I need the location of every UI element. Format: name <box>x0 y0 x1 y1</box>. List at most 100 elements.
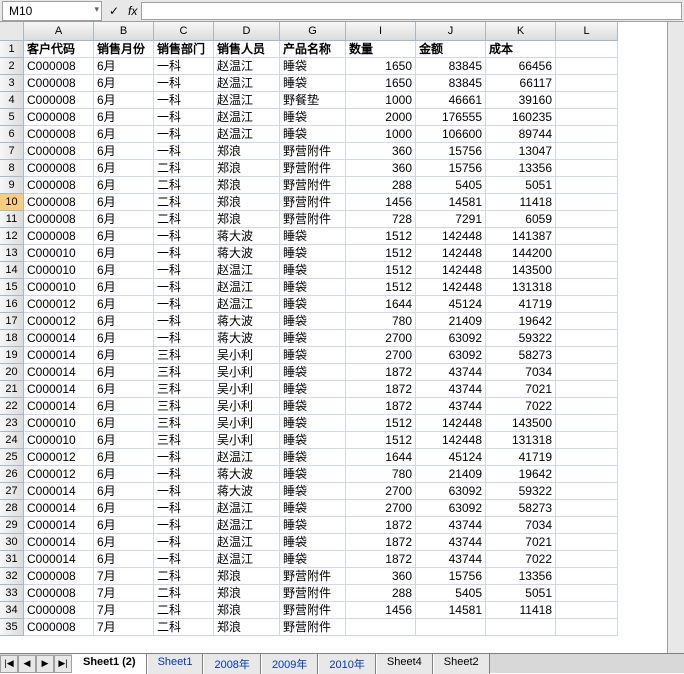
cell-r12-c6[interactable]: 142448 <box>416 228 486 245</box>
cell-r26-c5[interactable]: 780 <box>346 466 416 483</box>
sheet-nav-2[interactable]: ▶ <box>36 655 54 673</box>
cell-r14-c3[interactable]: 赵温江 <box>214 262 280 279</box>
row-header-11[interactable]: 11 <box>0 211 24 228</box>
cell-r30-c1[interactable]: 6月 <box>94 534 154 551</box>
cell-r19-c0[interactable]: C000014 <box>24 347 94 364</box>
cell-r6-L[interactable] <box>556 126 618 143</box>
cell-r24-c2[interactable]: 三科 <box>154 432 214 449</box>
cell-r23-c1[interactable]: 6月 <box>94 415 154 432</box>
cell-r33-c1[interactable]: 7月 <box>94 585 154 602</box>
header-cell-2[interactable]: 销售部门 <box>154 41 214 58</box>
cell-r4-c0[interactable]: C000008 <box>24 92 94 109</box>
col-header-A[interactable]: A <box>24 22 94 41</box>
cell-r19-c1[interactable]: 6月 <box>94 347 154 364</box>
cell-r31-c1[interactable]: 6月 <box>94 551 154 568</box>
col-header-K[interactable]: K <box>486 22 556 41</box>
cell-r35-L[interactable] <box>556 619 618 636</box>
cell-r25-c0[interactable]: C000012 <box>24 449 94 466</box>
cell-r12-c3[interactable]: 蒋大波 <box>214 228 280 245</box>
cell-r31-L[interactable] <box>556 551 618 568</box>
cell-r26-c7[interactable]: 19642 <box>486 466 556 483</box>
cell-r35-c2[interactable]: 二科 <box>154 619 214 636</box>
formula-input[interactable] <box>141 2 682 20</box>
row-header-9[interactable]: 9 <box>0 177 24 194</box>
cell-r10-c6[interactable]: 14581 <box>416 194 486 211</box>
cell-r31-c6[interactable]: 43744 <box>416 551 486 568</box>
cell-r23-c0[interactable]: C000010 <box>24 415 94 432</box>
cell-r4-L[interactable] <box>556 92 618 109</box>
cell-r29-c5[interactable]: 1872 <box>346 517 416 534</box>
cell-r34-c0[interactable]: C000008 <box>24 602 94 619</box>
cell-r35-c4[interactable]: 野营附件 <box>280 619 346 636</box>
cell-r10-c0[interactable]: C000008 <box>24 194 94 211</box>
cell-r7-c4[interactable]: 野营附件 <box>280 143 346 160</box>
cell-r10-c3[interactable]: 郑浪 <box>214 194 280 211</box>
cell-r9-c3[interactable]: 郑浪 <box>214 177 280 194</box>
cell-r17-c2[interactable]: 一科 <box>154 313 214 330</box>
row-header-7[interactable]: 7 <box>0 143 24 160</box>
cell-r32-c3[interactable]: 郑浪 <box>214 568 280 585</box>
row-header-10[interactable]: 10 <box>0 194 24 211</box>
cell-r9-c1[interactable]: 6月 <box>94 177 154 194</box>
cell-r12-c2[interactable]: 一科 <box>154 228 214 245</box>
cell-r2-c4[interactable]: 睡袋 <box>280 58 346 75</box>
cell-r34-c1[interactable]: 7月 <box>94 602 154 619</box>
sheet-tab-4[interactable]: 2010年 <box>318 654 375 674</box>
cell-r9-c0[interactable]: C000008 <box>24 177 94 194</box>
cell-r3-c5[interactable]: 1650 <box>346 75 416 92</box>
cell-r9-L[interactable] <box>556 177 618 194</box>
cell-r33-c2[interactable]: 二科 <box>154 585 214 602</box>
cell-r18-c3[interactable]: 蒋大波 <box>214 330 280 347</box>
cell-r26-c2[interactable]: 一科 <box>154 466 214 483</box>
fx-label[interactable]: fx <box>124 4 141 18</box>
cell-r28-c1[interactable]: 6月 <box>94 500 154 517</box>
cell-r27-c6[interactable]: 63092 <box>416 483 486 500</box>
cell-r25-c4[interactable]: 睡袋 <box>280 449 346 466</box>
cell-r14-c2[interactable]: 一科 <box>154 262 214 279</box>
row-header-17[interactable]: 17 <box>0 313 24 330</box>
cell-r20-c4[interactable]: 睡袋 <box>280 364 346 381</box>
cell-r24-c4[interactable]: 睡袋 <box>280 432 346 449</box>
cell-r34-c3[interactable]: 郑浪 <box>214 602 280 619</box>
row-header-2[interactable]: 2 <box>0 58 24 75</box>
cell-r22-c2[interactable]: 三科 <box>154 398 214 415</box>
cell-r22-c7[interactable]: 7022 <box>486 398 556 415</box>
cell-r26-L[interactable] <box>556 466 618 483</box>
row-header-30[interactable]: 30 <box>0 534 24 551</box>
cell-r8-c6[interactable]: 15756 <box>416 160 486 177</box>
header-cell-1[interactable]: 销售月份 <box>94 41 154 58</box>
cell-r26-c3[interactable]: 蒋大波 <box>214 466 280 483</box>
cell-r17-c1[interactable]: 6月 <box>94 313 154 330</box>
cell-r31-c0[interactable]: C000014 <box>24 551 94 568</box>
header-cell-7[interactable]: 成本 <box>486 41 556 58</box>
cell-r8-c7[interactable]: 13356 <box>486 160 556 177</box>
header-cell-6[interactable]: 金额 <box>416 41 486 58</box>
cell-r18-L[interactable] <box>556 330 618 347</box>
col-header-J[interactable]: J <box>416 22 486 41</box>
cell-r28-c4[interactable]: 睡袋 <box>280 500 346 517</box>
cell-r17-c7[interactable]: 19642 <box>486 313 556 330</box>
cell-r2-c6[interactable]: 83845 <box>416 58 486 75</box>
cell-r3-L[interactable] <box>556 75 618 92</box>
row-header-1[interactable]: 1 <box>0 41 24 58</box>
cell-r33-c7[interactable]: 5051 <box>486 585 556 602</box>
cell-r22-c4[interactable]: 睡袋 <box>280 398 346 415</box>
cell-r7-c6[interactable]: 15756 <box>416 143 486 160</box>
cell-r5-c0[interactable]: C000008 <box>24 109 94 126</box>
cell-r28-c6[interactable]: 63092 <box>416 500 486 517</box>
sheet-tab-1[interactable]: Sheet1 <box>147 654 204 674</box>
cell-r32-c5[interactable]: 360 <box>346 568 416 585</box>
cell-r27-c0[interactable]: C000014 <box>24 483 94 500</box>
col-header-L[interactable]: L <box>556 22 618 41</box>
cell-r29-c7[interactable]: 7034 <box>486 517 556 534</box>
cell-r30-L[interactable] <box>556 534 618 551</box>
cell-r18-c1[interactable]: 6月 <box>94 330 154 347</box>
cell-r14-c6[interactable]: 142448 <box>416 262 486 279</box>
cell-r14-L[interactable] <box>556 262 618 279</box>
cell-r3-c4[interactable]: 睡袋 <box>280 75 346 92</box>
cell-r22-c3[interactable]: 吴小利 <box>214 398 280 415</box>
cell-r14-c1[interactable]: 6月 <box>94 262 154 279</box>
sheet-tab-0[interactable]: Sheet1 (2) <box>72 654 147 674</box>
cell-r19-c2[interactable]: 三科 <box>154 347 214 364</box>
cell-r10-c1[interactable]: 6月 <box>94 194 154 211</box>
